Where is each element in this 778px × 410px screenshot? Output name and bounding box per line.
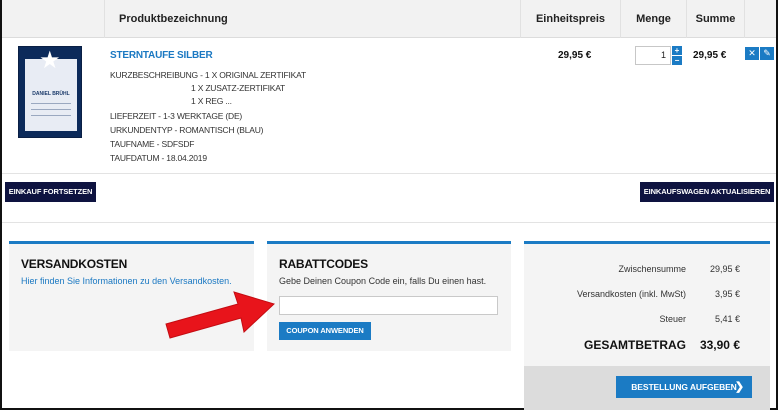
certificate-line	[31, 109, 71, 110]
header-product-name: Produktbezeichnung	[104, 0, 520, 38]
shipping-cost-label: Versandkosten (inkl. MwSt)	[576, 289, 686, 299]
product-name-link[interactable]: STERNTAUFE SILBER	[110, 50, 213, 61]
attr-delivery-time: LIEFERZEIT - 1-3 WERKTAGE (DE)	[110, 111, 243, 121]
cart-item-row: ★ DANIEL BRÜHL STERNTAUFE SILBER KURZBES…	[2, 38, 776, 174]
unit-price: 29,95 €	[558, 50, 592, 61]
quantity-increase-icon[interactable]: +	[672, 46, 682, 55]
divider	[2, 222, 776, 223]
order-action-area: BESTELLUNG AUFGEBEN ❯	[524, 366, 770, 410]
subtotal-label: Zwischensumme	[618, 264, 686, 274]
header-unit-price: Einheitspreis	[520, 0, 620, 38]
place-order-label: BESTELLUNG AUFGEBEN	[631, 382, 737, 392]
header-sum: Summe	[686, 0, 744, 38]
update-cart-button[interactable]: EINKAUFSWAGEN AKTUALISIEREN	[640, 182, 774, 202]
shipping-title: VERSANDKOSTEN	[21, 257, 128, 271]
shipping-cost-value: 3,95 €	[714, 289, 740, 299]
attr-baptism-date: TAUFDATUM - 18.04.2019	[110, 153, 207, 163]
attr-short-description: KURZBESCHREIBUNG - 1 X ORIGINAL ZERTIFIK…	[110, 70, 306, 80]
certificate-line	[31, 103, 71, 104]
grand-total-label: GESAMTBETRAG	[584, 338, 686, 352]
attr-short-description-line3: 1 X REG ...	[191, 96, 232, 106]
subtotal-value: 29,95 €	[709, 264, 740, 274]
edit-item-icon[interactable]: ✎	[760, 47, 774, 60]
grand-total-value: 33,90 €	[699, 338, 740, 352]
coupon-title: RABATTCODES	[279, 257, 368, 271]
header-quantity: Menge	[620, 0, 686, 38]
quantity-input[interactable]: 1	[635, 46, 671, 65]
chevron-right-icon: ❯	[734, 381, 744, 393]
coupon-panel: RABATTCODES Gebe Deinen Coupon Code ein,…	[267, 241, 511, 351]
continue-shopping-button[interactable]: EINKAUF FORTSETZEN	[5, 182, 96, 202]
attr-short-description-line2: 1 X ZUSATZ-ZERTIFIKAT	[191, 83, 286, 93]
tax-value: 5,41 €	[714, 314, 740, 324]
cart-table-header: Produktbezeichnung Einheitspreis Menge S…	[2, 0, 776, 38]
remove-item-icon[interactable]: ✕	[745, 47, 759, 60]
apply-coupon-button[interactable]: COUPON ANWENDEN	[279, 322, 371, 340]
header-actions	[744, 0, 776, 38]
place-order-button[interactable]: BESTELLUNG AUFGEBEN ❯	[616, 376, 752, 398]
coupon-info: Gebe Deinen Coupon Code ein, falls Du ei…	[279, 276, 487, 286]
tax-label: Steuer	[659, 314, 686, 324]
quantity-decrease-icon[interactable]: −	[672, 56, 682, 65]
row-sum: 29,95 €	[693, 50, 727, 61]
attr-baptism-name: TAUFNAME - SDFSDF	[110, 139, 195, 149]
product-thumbnail[interactable]: ★ DANIEL BRÜHL	[18, 46, 82, 138]
order-totals-panel: Zwischensumme 29,95 € Versandkosten (ink…	[524, 241, 770, 371]
coupon-code-input[interactable]	[279, 296, 498, 315]
thumbnail-name: DANIEL BRÜHL	[32, 91, 70, 97]
star-icon: ★	[39, 47, 61, 74]
red-arrow-annotation-icon	[165, 291, 275, 339]
certificate-line	[31, 115, 71, 116]
attr-certificate-type: URKUNDENTYP - ROMANTISCH (BLAU)	[110, 125, 264, 135]
